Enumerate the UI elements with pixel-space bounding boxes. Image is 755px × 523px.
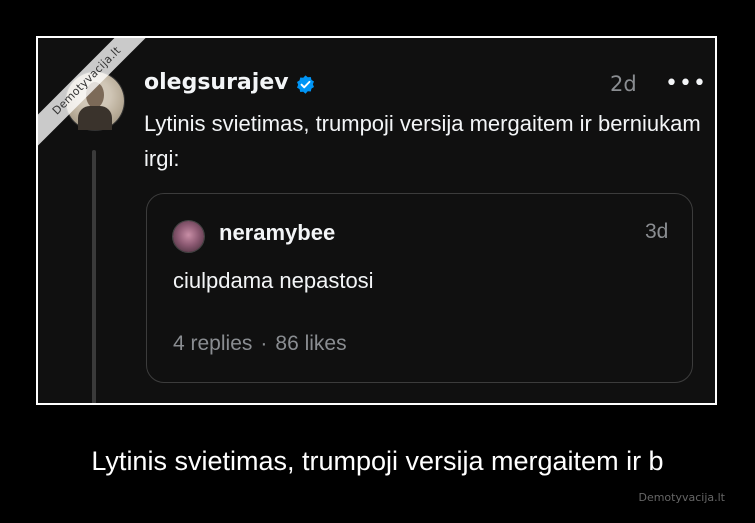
- post-frame: Demotyvacija.lt olegsurajev 2d ••• Lytin…: [36, 36, 717, 405]
- avatar-body: [78, 106, 112, 130]
- thread-line: [92, 150, 96, 403]
- likes-count[interactable]: 86 likes: [275, 332, 346, 355]
- quoted-time: 3d: [645, 220, 669, 243]
- quoted-stats: 4 replies · 86 likes: [173, 332, 347, 356]
- site-watermark: Demotyvacija.lt: [638, 491, 725, 504]
- caption: Lytinis svietimas, trumpoji versija merg…: [91, 446, 664, 476]
- post-username[interactable]: olegsurajev: [144, 70, 289, 95]
- quoted-avatar[interactable]: [173, 221, 204, 252]
- stats-separator: ·: [260, 332, 268, 355]
- more-options-icon[interactable]: •••: [665, 71, 707, 96]
- quoted-post-card[interactable]: neramybee 3d ciulpdama nepastosi 4 repli…: [146, 193, 693, 383]
- post-time: 2d: [610, 72, 637, 96]
- quoted-text: ciulpdama nepastosi: [173, 268, 374, 293]
- verified-badge-icon: [297, 75, 314, 94]
- quoted-username[interactable]: neramybee: [219, 220, 335, 246]
- replies-count[interactable]: 4 replies: [173, 332, 252, 355]
- post-text: Lytinis svietimas, trumpoji versija merg…: [144, 111, 701, 171]
